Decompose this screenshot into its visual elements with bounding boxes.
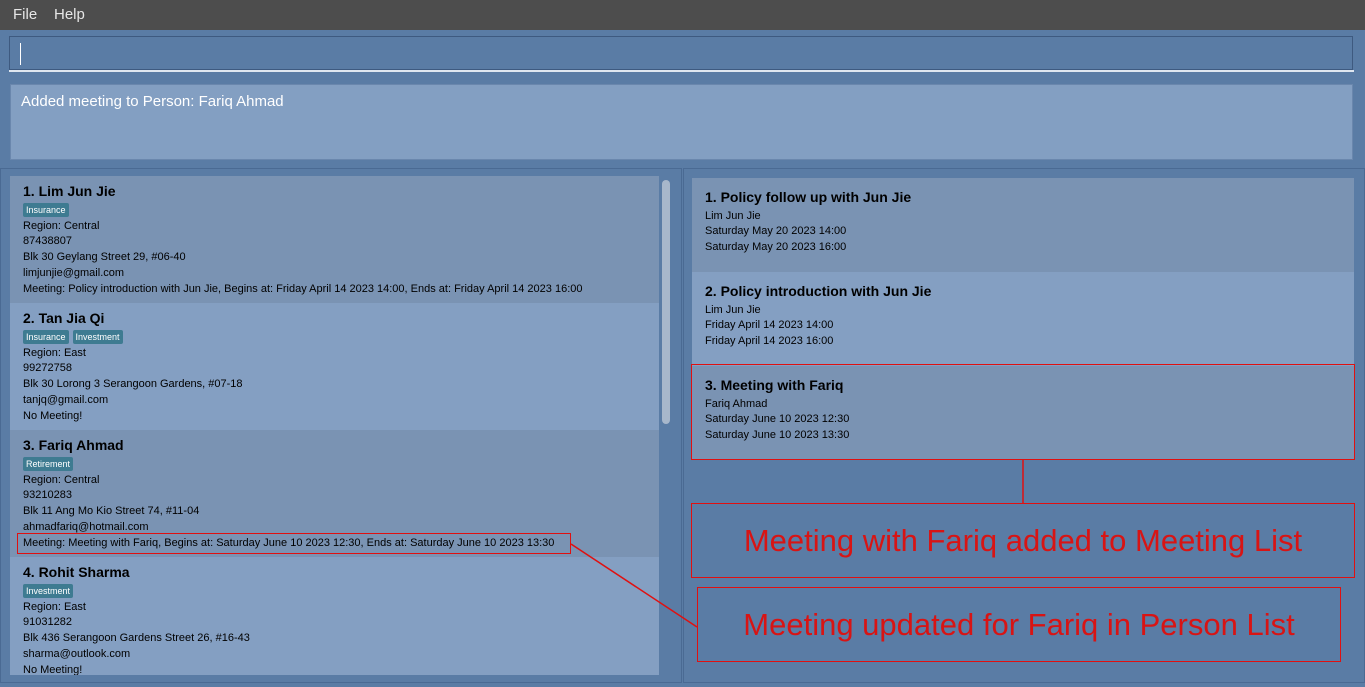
person-email: tanjq@gmail.com — [23, 393, 109, 406]
person-name: 4. Rohit Sharma — [23, 564, 130, 580]
meeting-start: Friday April 14 2023 14:00 — [705, 319, 834, 332]
command-box[interactable] — [9, 36, 1353, 70]
person-address: Blk 30 Lorong 3 Serangoon Gardens, #07-1… — [23, 378, 243, 391]
person-name: 1. Lim Jun Jie — [23, 183, 116, 199]
meeting-card[interactable]: 1. Policy follow up with Jun Jie Lim Jun… — [692, 178, 1354, 272]
person-phone: 93210283 — [23, 489, 72, 502]
person-name: 2. Tan Jia Qi — [23, 310, 105, 326]
menu-file[interactable]: File — [13, 6, 37, 23]
person-address: Blk 436 Serangoon Gardens Street 26, #16… — [23, 632, 250, 645]
scrollbar-thumb[interactable] — [662, 180, 670, 424]
menu-bar: File Help — [0, 0, 1365, 30]
person-list[interactable]: 1. Lim Jun Jie Insurance Region: Central… — [10, 176, 659, 675]
tag-label: Insurance — [23, 329, 69, 344]
person-phone: 91031282 — [23, 616, 72, 629]
meeting-start: Saturday May 20 2023 14:00 — [705, 225, 847, 238]
tag-label: Investment — [23, 583, 74, 598]
person-region: Region: Central — [23, 219, 100, 232]
menu-help[interactable]: Help — [54, 6, 85, 23]
annotation-highlight-meeting-card — [691, 364, 1355, 460]
person-meeting: No Meeting! — [23, 409, 83, 422]
person-meeting: Meeting: Policy introduction with Jun Ji… — [23, 282, 583, 295]
person-region: Region: Central — [23, 473, 100, 486]
annotation-highlight-person-meeting — [17, 533, 571, 554]
command-underline — [9, 70, 1354, 72]
person-card[interactable]: 2. Tan Jia Qi Insurance Investment Region… — [10, 303, 659, 430]
meeting-title: 1. Policy follow up with Jun Jie — [705, 189, 912, 205]
person-region: Region: East — [23, 346, 86, 359]
result-text: Added meeting to Person: Fariq Ahmad — [21, 93, 284, 110]
person-email: sharma@outlook.com — [23, 647, 131, 660]
tag-label: Insurance — [23, 202, 69, 217]
text-caret — [20, 43, 21, 65]
person-address: Blk 11 Ang Mo Kio Street 74, #11-04 — [23, 505, 200, 518]
person-phone: 99272758 — [23, 362, 72, 375]
meeting-title: 2. Policy introduction with Jun Jie — [705, 283, 932, 299]
person-email: limjunjie@gmail.com — [23, 266, 125, 279]
person-meeting: No Meeting! — [23, 663, 83, 675]
command-input[interactable] — [18, 41, 1342, 67]
person-name: 3. Fariq Ahmad — [23, 437, 124, 453]
annotation-meeting-list-label: Meeting with Fariq added to Meeting List — [691, 503, 1355, 578]
tag-label: Retirement — [23, 456, 74, 471]
meeting-person: Lim Jun Jie — [705, 303, 761, 316]
person-address: Blk 30 Geylang Street 29, #06-40 — [23, 251, 186, 264]
result-display: Added meeting to Person: Fariq Ahmad — [10, 84, 1353, 160]
annotation-person-list-label: Meeting updated for Fariq in Person List — [697, 587, 1341, 662]
tag-label: Investment — [72, 329, 123, 344]
meeting-end: Saturday May 20 2023 16:00 — [705, 241, 847, 254]
meeting-card[interactable]: 2. Policy introduction with Jun Jie Lim … — [692, 272, 1354, 366]
person-phone: 87438807 — [23, 235, 72, 248]
person-region: Region: East — [23, 600, 86, 613]
person-card[interactable]: 4. Rohit Sharma Investment Region: East … — [10, 557, 659, 675]
person-card[interactable]: 1. Lim Jun Jie Insurance Region: Central… — [10, 176, 659, 303]
meeting-end: Friday April 14 2023 16:00 — [705, 335, 834, 348]
meeting-person: Lim Jun Jie — [705, 209, 761, 222]
